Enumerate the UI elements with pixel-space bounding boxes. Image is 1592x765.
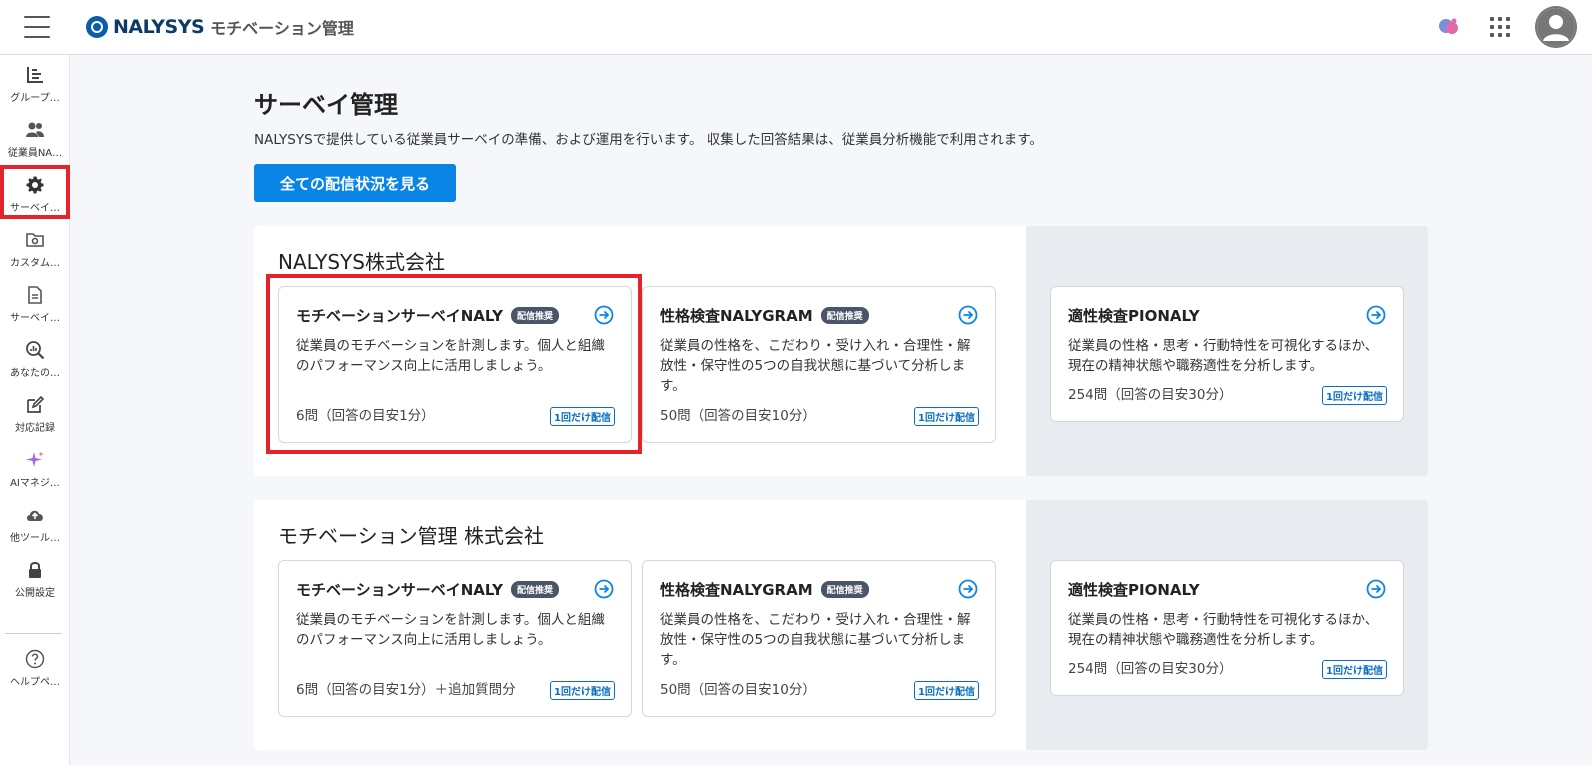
sidebar-item-label: AIマネジ… (10, 478, 60, 489)
sidebar-item-employee[interactable]: 従業員NA… (0, 110, 70, 164)
sidebar-item-ai[interactable]: AIマネジ… (0, 440, 70, 494)
delivery-type-tag: 1回だけ配信 (914, 407, 979, 426)
sidebar-item-label: カスタム… (10, 258, 60, 269)
delivery-type-tag: 1回だけ配信 (914, 681, 979, 700)
sidebar-item-help[interactable]: ヘルプペ… (0, 639, 70, 693)
sidebar-item-label: ヘルプペ… (10, 677, 60, 688)
logo-brand: NALYSYS (113, 16, 205, 38)
top-header: NALYSYS モチベーション管理 (0, 0, 1592, 55)
sidebar: グループ… 従業員NA… サーベイ… カスタム… サーベイ… あなたの… 対応記… (0, 55, 70, 765)
arrow-right-circle-icon[interactable] (1366, 579, 1386, 599)
app-logo[interactable]: NALYSYS モチベーション管理 (86, 12, 354, 42)
arrow-right-circle-icon[interactable] (1366, 305, 1386, 325)
card-description: 従業員の性格・思考・行動特性を可視化するほか、現在の精神状態や職務適性を分析しま… (1068, 612, 1379, 648)
recommend-badge: 配信推奨 (820, 307, 869, 324)
logo-subtitle: モチベーション管理 (210, 19, 354, 38)
sidebar-item-group[interactable]: グループ… (0, 55, 70, 109)
survey-card-nalygram[interactable]: 性格検査NALYGRAM 配信推奨 従業員の性格を、こだわり・受け入れ・合理性・解… (642, 286, 996, 443)
sidebar-divider (5, 633, 62, 634)
sidebar-item-label: 他ツール… (10, 533, 60, 544)
sidebar-item-label: サーベイ… (10, 203, 60, 214)
sidebar-item-label: サーベイ… (10, 313, 60, 324)
delivery-type-tag: 1回だけ配信 (1322, 660, 1387, 679)
arrow-right-circle-icon[interactable] (958, 305, 978, 325)
avatar[interactable] (1535, 6, 1577, 48)
sidebar-item-records[interactable]: 対応記録 (0, 385, 70, 439)
page-title: サーベイ管理 (254, 91, 398, 119)
sidebar-item-yours[interactable]: あなたの… (0, 330, 70, 384)
cloud-upload-icon (27, 510, 43, 521)
sidebar-item-publish[interactable]: 公開設定 (0, 550, 70, 604)
recommend-badge: 配信推奨 (510, 581, 559, 598)
chat-icon[interactable] (1437, 16, 1461, 38)
document-icon (28, 286, 42, 304)
lock-icon (29, 562, 41, 578)
card-title: 適性検査PIONALY (1068, 581, 1200, 599)
sidebar-item-label: グループ… (10, 93, 60, 104)
sparkle-icon (26, 451, 44, 467)
sidebar-item-survey-doc[interactable]: サーベイ… (0, 275, 70, 329)
chart-icon (27, 67, 43, 83)
highlight-box (266, 274, 642, 454)
arrow-right-circle-icon[interactable] (594, 579, 614, 599)
arrow-right-circle-icon[interactable] (958, 579, 978, 599)
sidebar-item-label: 公開設定 (15, 588, 55, 599)
magnifier-chart-icon (26, 341, 45, 360)
card-question-count: 254問（回答の目安30分） (1068, 387, 1233, 403)
survey-card-pionaly[interactable]: 適性検査PIONALY 従業員の性格・思考・行動特性を可視化するほか、現在の精神… (1050, 286, 1404, 422)
delivery-type-tag: 1回だけ配信 (550, 681, 615, 700)
sidebar-item-label: 対応記録 (15, 423, 55, 434)
survey-card-pionaly[interactable]: 適性検査PIONALY 従業員の性格・思考・行動特性を可視化するほか、現在の精神… (1050, 560, 1404, 696)
sidebar-item-label: 従業員NA… (7, 148, 63, 159)
survey-card-nalygram[interactable]: 性格検査NALYGRAM 配信推奨 従業員の性格を、こだわり・受け入れ・合理性・解… (642, 560, 996, 717)
card-question-count: 6問（回答の目安1分）＋追加質問分 (296, 682, 516, 698)
card-description: 従業員の性格・思考・行動特性を可視化するほか、現在の精神状態や職務適性を分析しま… (1068, 338, 1379, 374)
card-title: 性格検査NALYGRAM 配信推奨 (660, 305, 869, 326)
company-section: モチベーション管理 株式会社 モチベーションサーベイNALY 配信推奨 従業員のモ… (254, 500, 1428, 750)
card-question-count: 254問（回答の目安30分） (1068, 661, 1233, 677)
sidebar-item-other-tools[interactable]: 他ツール… (0, 495, 70, 549)
recommend-badge: 配信推奨 (820, 581, 869, 598)
survey-card-naly[interactable]: モチベーションサーベイNALY 配信推奨 従業員のモチベーションを計測します。個人… (278, 560, 632, 717)
view-all-delivery-button[interactable]: 全ての配信状況を見る (254, 164, 456, 202)
card-title: モチベーションサーベイNALY 配信推奨 (296, 579, 559, 600)
folder-gear-icon (26, 233, 44, 247)
card-description: 従業員のモチベーションを計測します。個人と組織のパフォーマンス向上に活用しましょ… (296, 612, 605, 648)
company-name: NALYSYS株式会社 (278, 250, 445, 274)
card-title: 適性検査PIONALY (1068, 307, 1200, 325)
card-description: 従業員の性格を、こだわり・受け入れ・合理性・解放性・保守性の5つの自我状態に基づ… (660, 338, 971, 394)
logo-mark-icon (86, 16, 108, 38)
sidebar-item-survey[interactable]: サーベイ… (0, 165, 70, 219)
help-icon (25, 649, 45, 669)
card-question-count: 50問（回答の目安10分） (660, 408, 816, 424)
delivery-type-tag: 1回だけ配信 (1322, 386, 1387, 405)
company-name: モチベーション管理 株式会社 (278, 524, 544, 548)
card-question-count: 50問（回答の目安10分） (660, 682, 816, 698)
card-description: 従業員の性格を、こだわり・受け入れ・合理性・解放性・保守性の5つの自我状態に基づ… (660, 612, 971, 668)
edit-icon (27, 395, 45, 413)
menu-icon[interactable] (24, 16, 50, 38)
sidebar-item-label: あなたの… (10, 368, 60, 379)
page-description: NALYSYSで提供している従業員サーベイの準備、および運用を行います。 収集し… (254, 132, 1043, 148)
card-title: 性格検査NALYGRAM 配信推奨 (660, 579, 869, 600)
sidebar-item-custom[interactable]: カスタム… (0, 220, 70, 274)
apps-grid-icon[interactable] (1490, 17, 1510, 37)
people-icon (26, 122, 44, 137)
gear-icon (26, 176, 44, 194)
